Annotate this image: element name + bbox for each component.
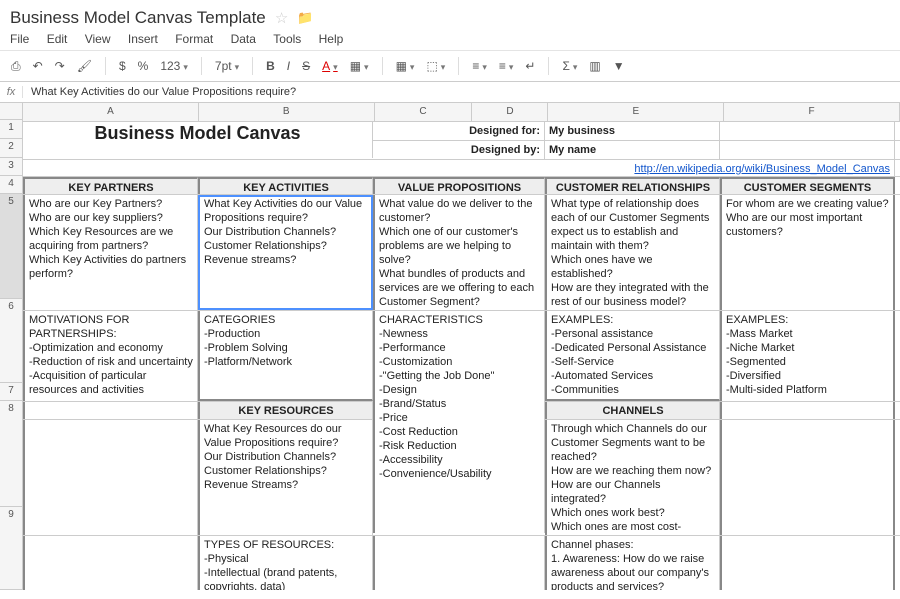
toolbar: ⎙ ↶ ↷ 🖌 $ % 123 7pt B I S A ▦ ▦ ⬚ ≡ ≡ ↵ … — [0, 50, 900, 82]
col-header-A[interactable]: A — [23, 103, 199, 121]
star-icon[interactable]: ☆ — [275, 9, 288, 27]
chart-icon[interactable]: ▥ — [586, 57, 603, 75]
bold-button[interactable]: B — [263, 57, 278, 75]
cell-designed-by-value[interactable]: My name — [545, 141, 720, 159]
cell-designed-for-value[interactable]: My business — [545, 122, 720, 140]
header-cust-seg[interactable]: CUSTOMER SEGMENTS — [720, 177, 895, 194]
fx-label: fx — [0, 86, 23, 98]
cell-F8[interactable] — [720, 420, 895, 535]
doc-title[interactable]: Business Model Canvas Template — [10, 8, 266, 28]
print-icon[interactable]: ⎙ — [8, 57, 24, 76]
header-key-activities[interactable]: KEY ACTIVITIES — [198, 177, 373, 194]
percent-icon[interactable]: % — [135, 57, 152, 75]
row-header-7[interactable]: 7 — [0, 383, 22, 401]
folder-icon[interactable]: 📁 — [297, 10, 313, 26]
fill-color-dropdown[interactable]: ▦ — [347, 57, 372, 75]
row-header-2[interactable]: 2 — [0, 139, 22, 158]
row-header-6[interactable]: 6 — [0, 299, 22, 382]
header-cust-rel[interactable]: CUSTOMER RELATIONSHIPS — [545, 177, 720, 194]
cell-F9[interactable] — [720, 536, 895, 590]
borders-dropdown[interactable]: ▦ — [393, 57, 418, 75]
cell-cr-q[interactable]: What type of relationship does each of o… — [545, 195, 720, 310]
col-header-F[interactable]: F — [724, 103, 900, 121]
row-header-9[interactable]: 9 — [0, 507, 22, 590]
cell-title[interactable]: Business Model Canvas — [23, 122, 373, 158]
formula-bar: fx What Key Activities do our Value Prop… — [0, 82, 900, 103]
row-header-3[interactable]: 3 — [0, 158, 22, 175]
row-header-1[interactable]: 1 — [0, 120, 22, 139]
menu-format[interactable]: Format — [175, 32, 213, 46]
cell-kr-t[interactable]: TYPES OF RESOURCES: -Physical -Intellect… — [198, 536, 373, 590]
filter-icon[interactable]: ▼ — [610, 57, 628, 75]
functions-dropdown[interactable]: Σ — [559, 57, 580, 75]
menu-edit[interactable]: Edit — [47, 32, 68, 46]
row-header-4[interactable]: 4 — [0, 176, 22, 194]
paint-format-icon[interactable]: 🖌 — [74, 57, 95, 75]
header-channels[interactable]: CHANNELS — [545, 402, 720, 419]
text-color-dropdown[interactable]: A — [319, 57, 341, 75]
cell-A7[interactable] — [23, 402, 198, 419]
font-size-dropdown[interactable]: 7pt — [212, 57, 242, 75]
cell-cs-q[interactable]: For whom are we creating value? Who are … — [720, 195, 895, 310]
row-header-8[interactable]: 8 — [0, 401, 22, 507]
menubar: File Edit View Insert Format Data Tools … — [0, 30, 900, 50]
cell-ch-p[interactable]: Channel phases: 1. Awareness: How do we … — [545, 536, 720, 590]
cell-ka-q[interactable]: What Key Activities do our Value Proposi… — [198, 195, 373, 310]
menu-data[interactable]: Data — [231, 32, 256, 46]
italic-button[interactable]: I — [284, 57, 293, 75]
redo-icon[interactable]: ↷ — [52, 57, 68, 75]
halign-dropdown[interactable]: ≡ — [469, 57, 490, 75]
cell-kp-q[interactable]: Who are our Key Partners? Who are our ke… — [23, 195, 198, 310]
cell-vp-c[interactable]: CHARACTERISTICS -Newness -Performance -C… — [373, 311, 545, 533]
menu-insert[interactable]: Insert — [128, 32, 158, 46]
menu-tools[interactable]: Tools — [273, 32, 301, 46]
valign-dropdown[interactable]: ≡ — [496, 57, 517, 75]
cell-kr-q[interactable]: What Key Resources do our Value Proposit… — [198, 420, 373, 535]
cell-kp-m[interactable]: MOTIVATIONS FOR PARTNERSHIPS: -Optimizat… — [23, 311, 198, 401]
col-header-E[interactable]: E — [548, 103, 724, 121]
merge-dropdown[interactable]: ⬚ — [423, 57, 448, 75]
cell-F7[interactable] — [720, 402, 895, 419]
header-key-partners[interactable]: KEY PARTNERS — [23, 177, 198, 194]
header-key-resources[interactable]: KEY RESOURCES — [198, 402, 373, 419]
select-all-corner[interactable] — [0, 103, 22, 120]
menu-file[interactable]: File — [10, 32, 29, 46]
col-header-D[interactable]: D — [472, 103, 548, 121]
wiki-link[interactable]: http://en.wikipedia.org/wiki/Business_Mo… — [27, 162, 890, 176]
cell-F2[interactable] — [720, 141, 895, 159]
cell-ch-q[interactable]: Through which Channels do our Customer S… — [545, 420, 720, 535]
strike-button[interactable]: S — [299, 57, 313, 75]
cell-C9[interactable] — [373, 536, 545, 590]
cell-cs-e[interactable]: EXAMPLES: -Mass Market -Niche Market -Se… — [720, 311, 895, 401]
cell-F1[interactable] — [720, 122, 895, 140]
row-header-5[interactable]: 5 — [0, 194, 22, 300]
cell-cr-e[interactable]: EXAMPLES: -Personal assistance -Dedicate… — [545, 311, 720, 401]
menu-help[interactable]: Help — [319, 32, 344, 46]
cell-A9[interactable] — [23, 536, 198, 590]
cell-ka-c[interactable]: CATEGORIES -Production -Problem Solving … — [198, 311, 373, 401]
wrap-button[interactable]: ↵ — [522, 57, 538, 75]
currency-icon[interactable]: $ — [116, 57, 129, 75]
header-value-prop[interactable]: VALUE PROPOSITIONS — [373, 177, 545, 194]
cell-A8[interactable] — [23, 420, 198, 535]
menu-view[interactable]: View — [85, 32, 111, 46]
col-header-C[interactable]: C — [375, 103, 473, 121]
undo-icon[interactable]: ↶ — [30, 57, 46, 75]
col-header-B[interactable]: B — [199, 103, 375, 121]
number-format-dropdown[interactable]: 123 — [157, 57, 191, 75]
formula-input[interactable]: What Key Activities do our Value Proposi… — [23, 84, 900, 100]
cell-designed-by-label[interactable]: Designed by: — [373, 141, 545, 159]
cell-designed-for-label[interactable]: Designed for: — [373, 122, 545, 140]
cell-vp-q[interactable]: What value do we deliver to the customer… — [373, 195, 545, 310]
